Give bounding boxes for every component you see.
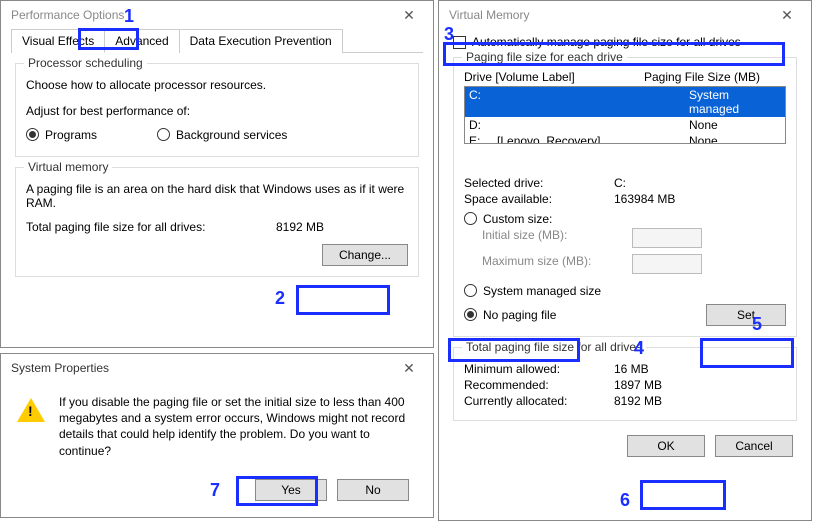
system-properties-dialog: System Properties ✕ If you disable the p… bbox=[0, 353, 434, 518]
radio-custom-size[interactable]: Custom size: bbox=[464, 212, 786, 226]
min-label: Minimum allowed: bbox=[464, 362, 614, 376]
performance-options-dialog: Performance Options ✕ Visual Effects Adv… bbox=[0, 0, 434, 348]
yes-button[interactable]: Yes bbox=[255, 479, 327, 501]
change-button[interactable]: Change... bbox=[322, 244, 408, 266]
selected-drive-label: Selected drive: bbox=[464, 176, 614, 190]
group-title: Total paging file size for all drives bbox=[462, 340, 646, 354]
close-icon[interactable]: ✕ bbox=[767, 3, 807, 27]
virtual-memory-group: Virtual memory A paging file is an area … bbox=[15, 167, 419, 277]
radio-icon bbox=[464, 284, 477, 297]
tab-dep[interactable]: Data Execution Prevention bbox=[179, 29, 343, 53]
group-title: Paging file size for each drive bbox=[462, 50, 627, 64]
total-paging-group: Total paging file size for all drives Mi… bbox=[453, 347, 797, 421]
checkbox-icon bbox=[453, 36, 466, 49]
space-available-label: Space available: bbox=[464, 192, 614, 206]
rec-value: 1897 MB bbox=[614, 378, 786, 392]
max-size-label: Maximum size (MB): bbox=[482, 254, 632, 274]
cancel-button[interactable]: Cancel bbox=[715, 435, 793, 457]
space-available-value: 163984 MB bbox=[614, 192, 786, 206]
no-button[interactable]: No bbox=[337, 479, 409, 501]
cur-value: 8192 MB bbox=[614, 394, 786, 408]
list-item[interactable]: C: System managed bbox=[465, 87, 785, 117]
group-title: Processor scheduling bbox=[24, 56, 147, 70]
drive-list[interactable]: C: System managed D: None E: [Lenovo_Rec… bbox=[464, 86, 786, 144]
auto-manage-checkbox[interactable]: Automatically manage paging file size fo… bbox=[453, 35, 797, 49]
list-item[interactable]: D: None bbox=[465, 117, 785, 133]
close-icon[interactable]: ✕ bbox=[389, 3, 429, 27]
tab-visual-effects[interactable]: Visual Effects bbox=[11, 29, 105, 53]
vm-total-label: Total paging file size for all drives: bbox=[26, 220, 276, 234]
radio-system-managed[interactable]: System managed size bbox=[464, 284, 786, 298]
initial-size-label: Initial size (MB): bbox=[482, 228, 632, 248]
proc-sched-desc: Choose how to allocate processor resourc… bbox=[26, 78, 408, 92]
radio-icon bbox=[26, 128, 39, 141]
set-button[interactable]: Set bbox=[706, 304, 786, 326]
message-text: If you disable the paging file or set th… bbox=[59, 394, 417, 459]
virtual-memory-dialog: Virtual Memory ✕ Automatically manage pa… bbox=[438, 0, 812, 521]
group-title: Virtual memory bbox=[24, 160, 112, 174]
processor-scheduling-group: Processor scheduling Choose how to alloc… bbox=[15, 63, 419, 157]
radio-programs[interactable]: Programs bbox=[26, 128, 97, 142]
initial-size-input bbox=[632, 228, 702, 248]
radio-icon bbox=[157, 128, 170, 141]
list-item[interactable]: E: [Lenovo_Recovery] None bbox=[465, 133, 785, 144]
tab-strip: Visual Effects Advanced Data Execution P… bbox=[11, 29, 423, 53]
ok-button[interactable]: OK bbox=[627, 435, 705, 457]
warning-icon bbox=[17, 394, 45, 459]
tab-advanced[interactable]: Advanced bbox=[104, 29, 179, 53]
radio-icon bbox=[464, 308, 477, 321]
header-drive: Drive [Volume Label] bbox=[464, 70, 644, 84]
max-size-input bbox=[632, 254, 702, 274]
vm-total-value: 8192 MB bbox=[276, 220, 324, 234]
radio-background-services[interactable]: Background services bbox=[157, 128, 287, 142]
dialog-title: Performance Options bbox=[11, 8, 124, 22]
dialog-title: System Properties bbox=[11, 361, 109, 375]
dialog-title: Virtual Memory bbox=[449, 8, 529, 22]
radio-no-paging-file[interactable]: No paging file bbox=[464, 308, 706, 322]
close-icon[interactable]: ✕ bbox=[389, 356, 429, 380]
cur-label: Currently allocated: bbox=[464, 394, 614, 408]
titlebar: Virtual Memory ✕ bbox=[439, 1, 811, 29]
selected-drive-value: C: bbox=[614, 176, 786, 190]
rec-label: Recommended: bbox=[464, 378, 614, 392]
vm-desc: A paging file is an area on the hard dis… bbox=[26, 182, 408, 210]
radio-icon bbox=[464, 212, 477, 225]
paging-per-drive-group: Paging file size for each drive Drive [V… bbox=[453, 57, 797, 337]
titlebar: Performance Options ✕ bbox=[1, 1, 433, 29]
min-value: 16 MB bbox=[614, 362, 786, 376]
header-size: Paging File Size (MB) bbox=[644, 70, 760, 84]
adjust-label: Adjust for best performance of: bbox=[26, 104, 408, 118]
titlebar: System Properties ✕ bbox=[1, 354, 433, 382]
